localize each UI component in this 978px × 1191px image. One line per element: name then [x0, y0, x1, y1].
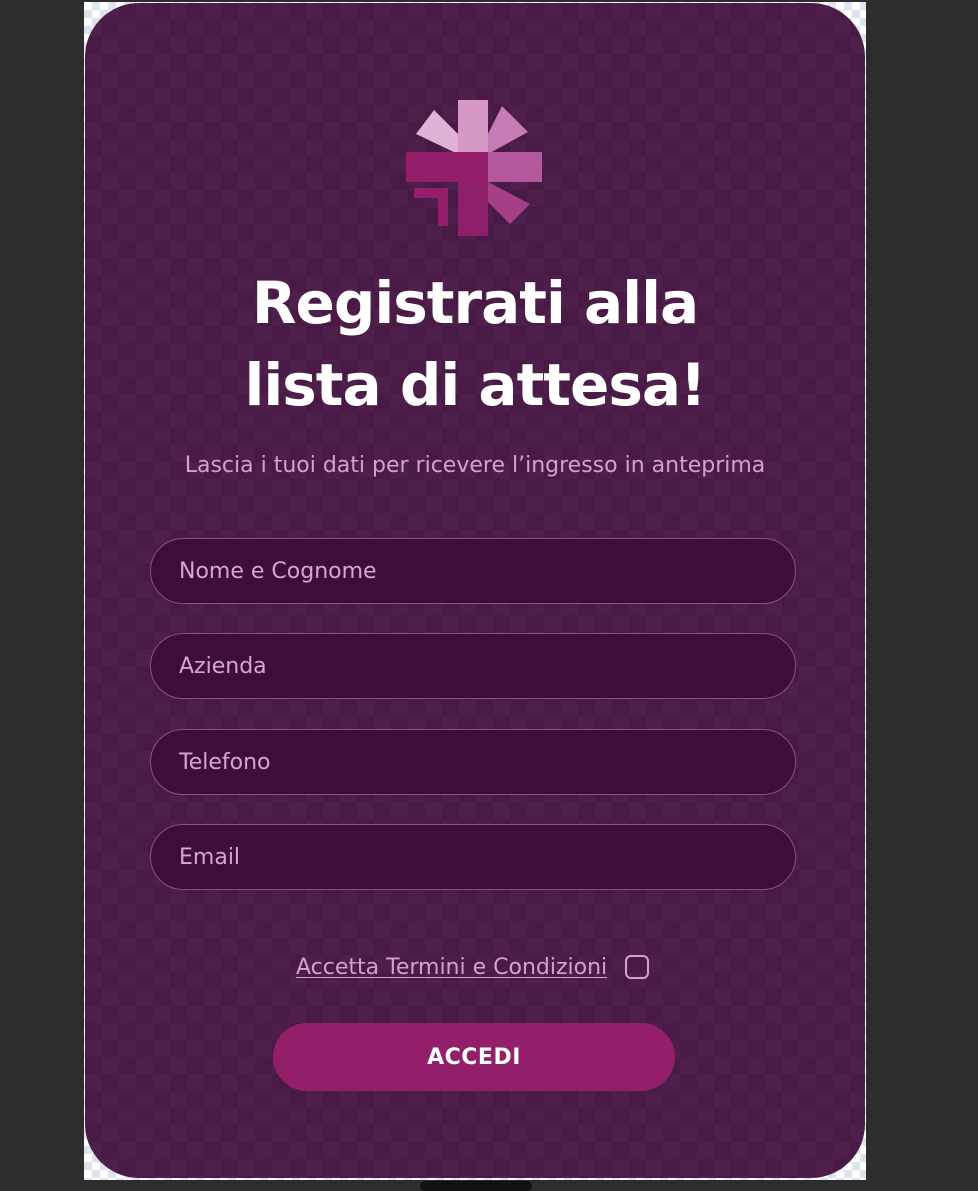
- title-line-2: lista di attesa!: [244, 351, 707, 419]
- title-line-1: Registrati alla: [251, 269, 699, 337]
- submit-button[interactable]: ACCEDI: [273, 1023, 675, 1091]
- home-indicator: [420, 1181, 532, 1191]
- email-input[interactable]: [150, 824, 796, 890]
- page-subtitle: Lascia i tuoi dati per ricevere l’ingres…: [184, 453, 766, 478]
- terms-row: Accetta Termini e Condizioni: [296, 950, 650, 984]
- terms-checkbox[interactable]: [625, 955, 650, 979]
- name-input[interactable]: [150, 538, 796, 604]
- asterisk-arrow-logo-icon: [406, 100, 542, 236]
- terms-link[interactable]: Accetta Termini e Condizioni: [296, 955, 607, 980]
- phone-input[interactable]: [150, 729, 796, 795]
- company-input[interactable]: [150, 633, 796, 699]
- page-title: Registrati alla lista di attesa!: [85, 262, 865, 426]
